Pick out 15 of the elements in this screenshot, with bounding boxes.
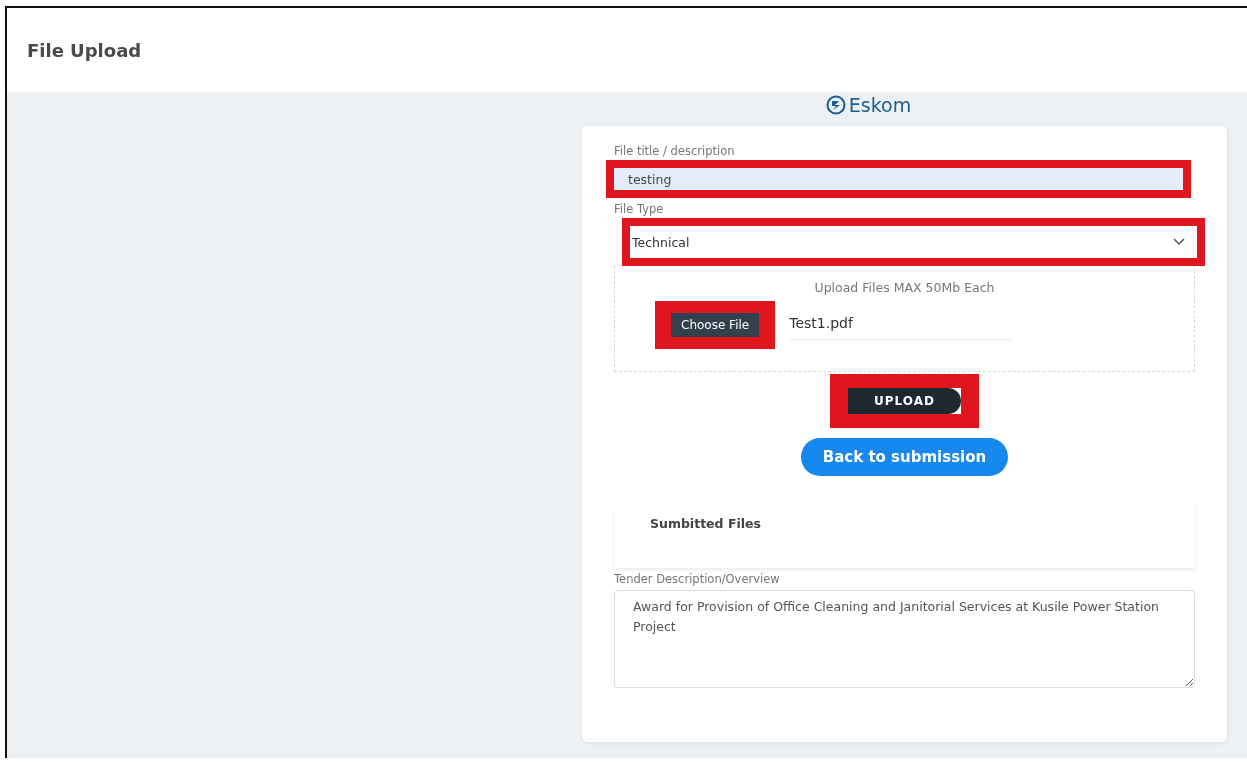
logo-icon	[825, 95, 846, 115]
chevron-down-icon	[1173, 238, 1185, 246]
field-label: Tender Description/Overview	[614, 572, 781, 586]
field-label: File title / description	[614, 144, 736, 158]
upload-hint: Upload Files MAX 50Mb Each	[814, 280, 995, 295]
back-button[interactable]: Back to submission	[800, 438, 1009, 476]
file-name: Test1.pdf	[789, 310, 1013, 340]
title-input-field[interactable]: testing	[614, 168, 1183, 190]
page-title: File Upload	[27, 39, 142, 61]
upload-button[interactable]: UPLOAD	[848, 388, 961, 414]
logo-text: Eskom	[848, 94, 912, 116]
field-label: File Type	[614, 202, 665, 216]
tender-description-field[interactable]: Award for Provision of Office Cleaning and Janitorial Services at Kusile Power Station Project	[614, 590, 1195, 688]
choose-file-button[interactable]: Choose File	[671, 313, 760, 337]
panel-title: Sumbitted Files	[650, 516, 762, 531]
